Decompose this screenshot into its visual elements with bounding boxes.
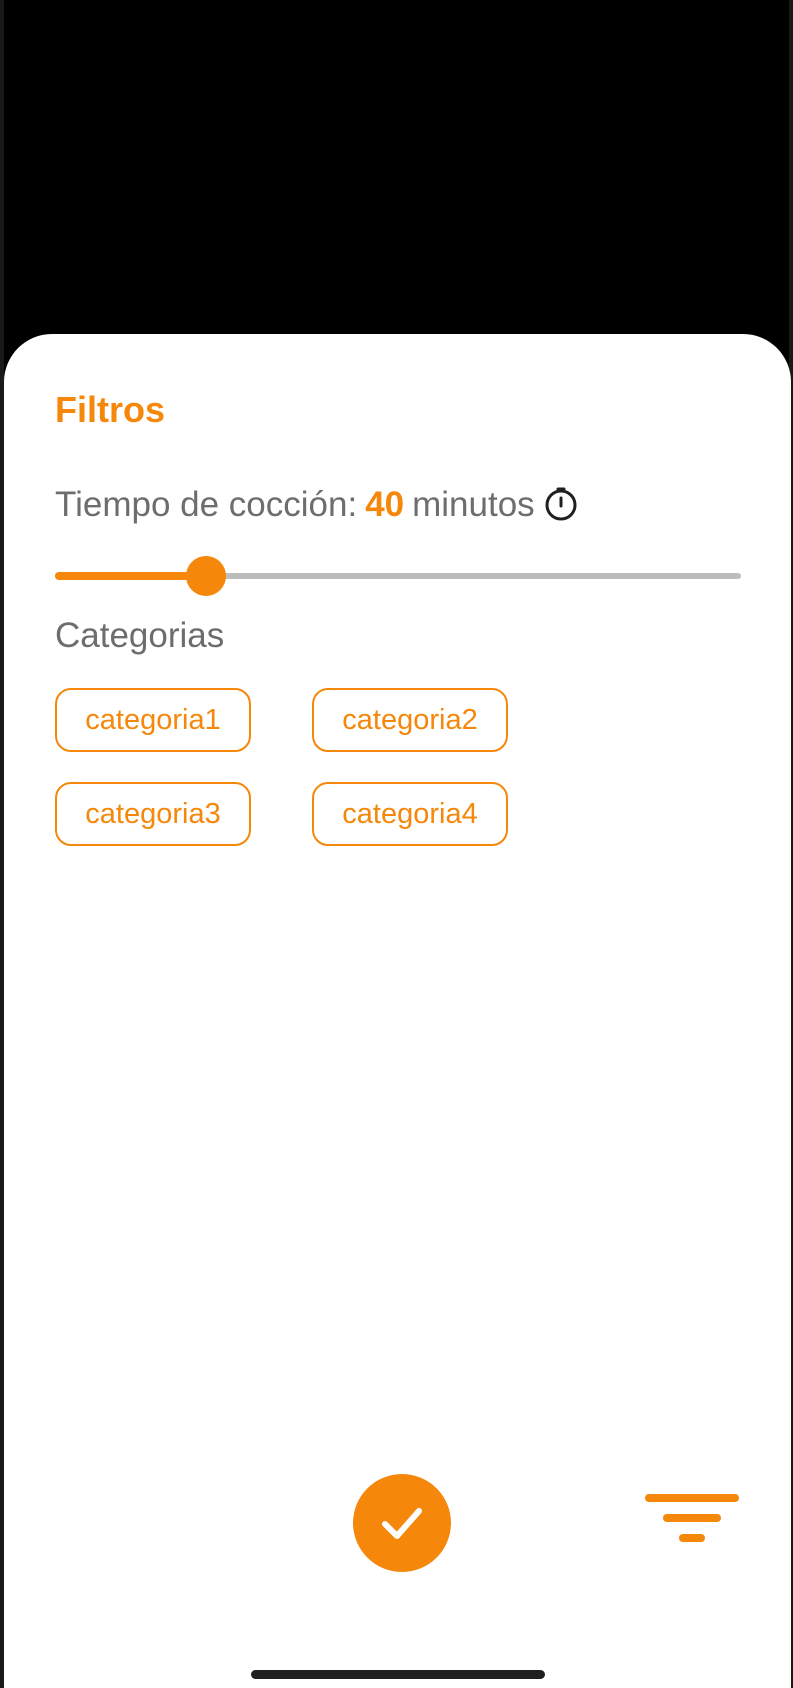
cooking-time-slider[interactable] [55,551,741,601]
home-indicator [251,1670,545,1679]
cooking-time-value: 40 [365,484,405,524]
category-chip-3[interactable]: categoria3 [55,782,251,846]
apply-filters-button[interactable] [353,1474,451,1572]
filter-bottom-sheet: Filtros Tiempo de cocción: 40 minutos Ca… [4,334,791,1688]
cooking-time-label: Tiempo de cocción: [55,484,358,524]
categories-label: Categorias [55,616,225,655]
slider-thumb[interactable] [186,556,226,596]
check-icon [382,1508,422,1539]
category-chips: categoria1 categoria2 categoria3 categor… [55,688,555,846]
timer-icon [543,486,579,522]
cooking-time-unit: minutos [412,484,535,524]
sheet-title: Filtros [55,389,166,430]
category-chip-4[interactable]: categoria4 [312,782,508,846]
cooking-time-row: Tiempo de cocción: 40 minutos [55,486,579,522]
category-chip-1[interactable]: categoria1 [55,688,251,752]
slider-fill [55,572,206,580]
category-chip-2[interactable]: categoria2 [312,688,508,752]
filter-icon[interactable] [645,1492,739,1544]
